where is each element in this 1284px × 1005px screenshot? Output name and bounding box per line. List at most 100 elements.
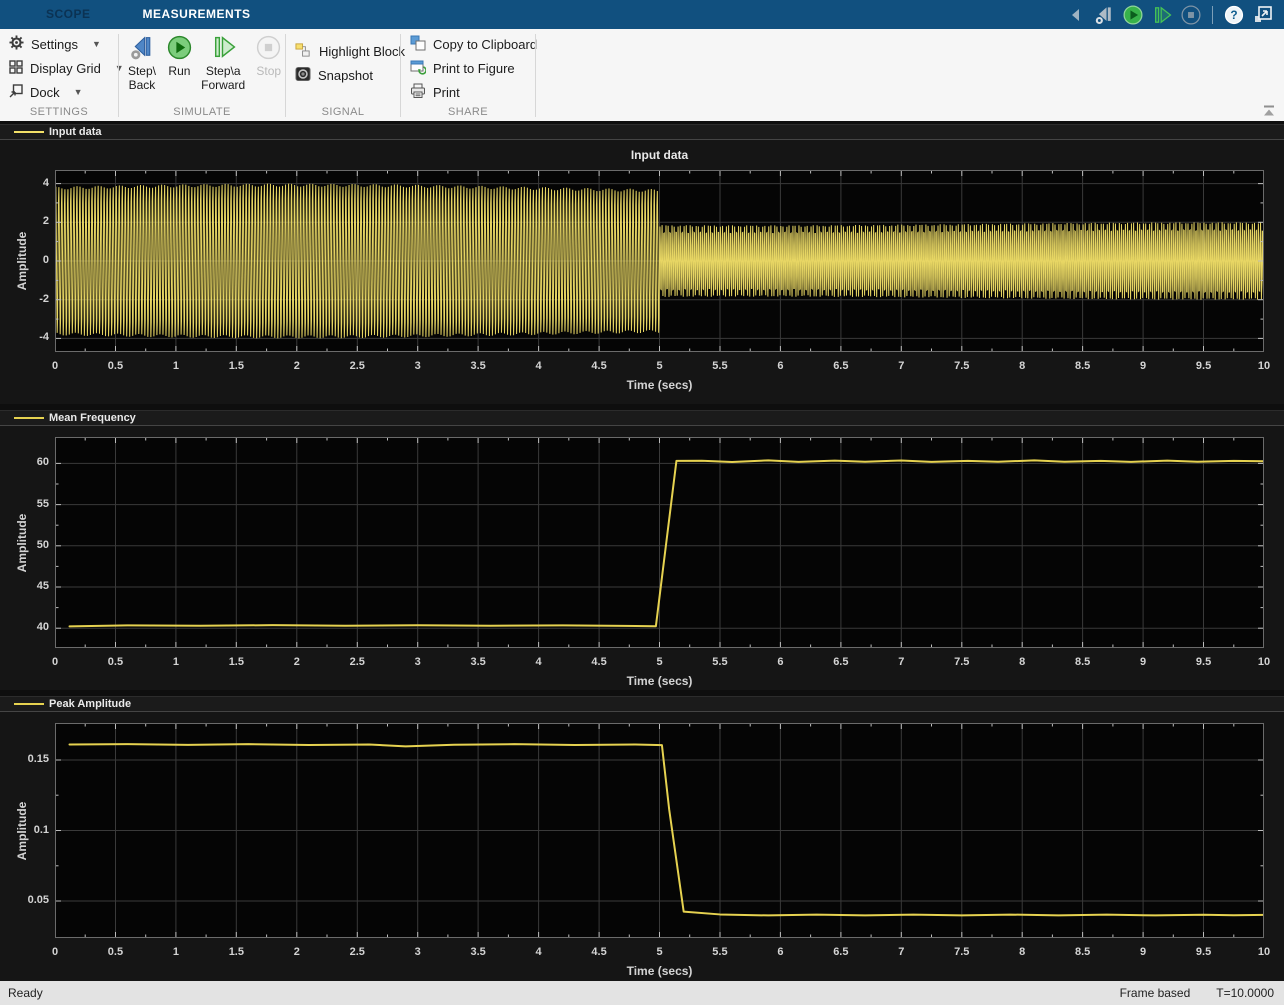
step-back-label: Step\ <box>128 64 156 78</box>
svg-text:?: ? <box>1230 8 1237 22</box>
undock-icon[interactable] <box>1252 4 1274 26</box>
x-tick-label: 4.5 <box>577 360 621 372</box>
stop-label: Stop <box>256 64 281 78</box>
highlight-block-button[interactable]: Highlight Block <box>286 39 400 63</box>
x-tick-label: 0.5 <box>93 360 137 372</box>
settings-group-label: SETTINGS <box>0 106 118 118</box>
x-tick-label: 5.5 <box>698 946 742 958</box>
plot-axes[interactable] <box>55 723 1264 938</box>
x-tick-label: 6 <box>758 360 802 372</box>
step-forward-icon[interactable] <box>1151 4 1173 26</box>
x-tick-label: 7.5 <box>940 946 984 958</box>
collapse-toolstrip-button[interactable] <box>1259 103 1279 119</box>
stop-button[interactable]: Stop <box>252 34 285 92</box>
print-to-figure-button[interactable]: Print to Figure <box>401 56 535 80</box>
stop-icon[interactable] <box>1180 4 1202 26</box>
step-forward-label: Step\a <box>206 64 241 78</box>
tab-scope[interactable]: SCOPE <box>20 0 117 29</box>
help-icon[interactable]: ? <box>1223 4 1245 26</box>
chevron-down-icon: ▼ <box>92 39 101 49</box>
x-tick-label: 9.5 <box>1182 656 1226 668</box>
x-tick-label: 2 <box>275 360 319 372</box>
plots-container: Input data Input data Amplitude Time (se… <box>0 121 1284 981</box>
legend-input-data[interactable]: Input data <box>0 124 1284 140</box>
y-tick-label: 40 <box>5 621 49 633</box>
x-tick-label: 9.5 <box>1182 946 1226 958</box>
x-tick-label: 9.5 <box>1182 360 1226 372</box>
copy-to-clipboard-button[interactable]: Copy to Clipboard <box>401 32 535 56</box>
legend-mean-frequency[interactable]: Mean Frequency <box>0 410 1284 426</box>
x-tick-label: 1 <box>154 946 198 958</box>
x-tick-label: 5 <box>638 360 682 372</box>
y-tick-label: 4 <box>5 177 49 189</box>
x-tick-label: 2.5 <box>335 946 379 958</box>
x-tick-label: 2 <box>275 656 319 668</box>
settings-label: Settings <box>31 37 78 52</box>
x-tick-label: 0.5 <box>93 656 137 668</box>
x-tick-label: 10 <box>1242 946 1284 958</box>
x-tick-label: 3 <box>396 656 440 668</box>
run-label: Run <box>168 64 190 78</box>
plot-axes[interactable] <box>55 170 1264 352</box>
x-axis-label: Time (secs) <box>55 964 1264 978</box>
y-tick-label: 60 <box>5 456 49 468</box>
x-tick-label: 1 <box>154 360 198 372</box>
panel-peak-amplitude: Peak Amplitude Amplitude Time (secs) 00.… <box>0 696 1284 981</box>
snapshot-label: Snapshot <box>318 68 373 83</box>
plot-axes[interactable] <box>55 437 1264 648</box>
chart-area-input-data[interactable]: Input data Amplitude Time (secs) 00.511.… <box>0 140 1284 404</box>
chart-area-peak-amplitude[interactable]: Amplitude Time (secs) 00.511.522.533.544… <box>0 712 1284 981</box>
x-tick-label: 3.5 <box>456 656 500 668</box>
collapse-chevron-icon[interactable] <box>1064 4 1086 26</box>
print-button[interactable]: Print <box>401 80 535 104</box>
x-tick-label: 0 <box>33 946 77 958</box>
run-icon[interactable] <box>1122 4 1144 26</box>
display-grid-button[interactable]: Display Grid ▼ <box>0 56 118 80</box>
y-tick-label: 50 <box>5 539 49 551</box>
dock-button[interactable]: Dock ▼ <box>0 80 118 104</box>
step-back-button[interactable]: Step\ Back <box>123 34 161 92</box>
legend-peak-amplitude[interactable]: Peak Amplitude <box>0 696 1284 712</box>
x-tick-label: 6.5 <box>819 656 863 668</box>
x-tick-label: 9 <box>1121 946 1165 958</box>
x-tick-label: 2.5 <box>335 360 379 372</box>
x-tick-label: 4 <box>517 946 561 958</box>
dock-icon <box>9 84 23 101</box>
x-tick-label: 10 <box>1242 656 1284 668</box>
dock-label: Dock <box>30 85 60 100</box>
x-tick-label: 6 <box>758 656 802 668</box>
legend-label: Mean Frequency <box>49 412 136 424</box>
x-tick-label: 6.5 <box>819 946 863 958</box>
x-tick-label: 1.5 <box>214 360 258 372</box>
run-button[interactable]: Run <box>165 34 194 92</box>
x-tick-label: 3 <box>396 946 440 958</box>
x-tick-label: 8 <box>1000 360 1044 372</box>
scope-window: SCOPE MEASUREMENTS <box>0 0 1284 1005</box>
chart-area-mean-frequency[interactable]: Amplitude Time (secs) 00.511.522.533.544… <box>0 426 1284 690</box>
x-tick-label: 4.5 <box>577 946 621 958</box>
step-forward-button[interactable]: Step\a Forward <box>198 34 249 92</box>
x-tick-label: 8 <box>1000 656 1044 668</box>
settings-button[interactable]: Settings ▼ <box>0 32 118 56</box>
display-grid-icon <box>9 60 23 77</box>
snapshot-button[interactable]: Snapshot <box>286 63 400 87</box>
print-label: Print <box>433 85 460 100</box>
step-back-icon[interactable] <box>1093 4 1115 26</box>
tab-measurements[interactable]: MEASUREMENTS <box>117 0 277 29</box>
x-tick-label: 7.5 <box>940 656 984 668</box>
copy-clipboard-icon <box>410 35 426 54</box>
x-tick-label: 6.5 <box>819 360 863 372</box>
signal-group: Highlight Block Snapshot SIGNAL <box>286 29 400 121</box>
print-icon <box>410 83 426 102</box>
x-tick-label: 10 <box>1242 360 1284 372</box>
toolstrip-tabs: SCOPE MEASUREMENTS <box>20 0 277 29</box>
highlight-block-icon <box>295 42 312 61</box>
x-tick-label: 8 <box>1000 946 1044 958</box>
x-tick-label: 6 <box>758 946 802 958</box>
share-group-label: SHARE <box>401 106 535 118</box>
x-tick-label: 3.5 <box>456 360 500 372</box>
signal-group-label: SIGNAL <box>286 106 400 118</box>
x-tick-label: 2 <box>275 946 319 958</box>
x-tick-label: 8.5 <box>1061 946 1105 958</box>
gear-icon <box>9 35 24 53</box>
